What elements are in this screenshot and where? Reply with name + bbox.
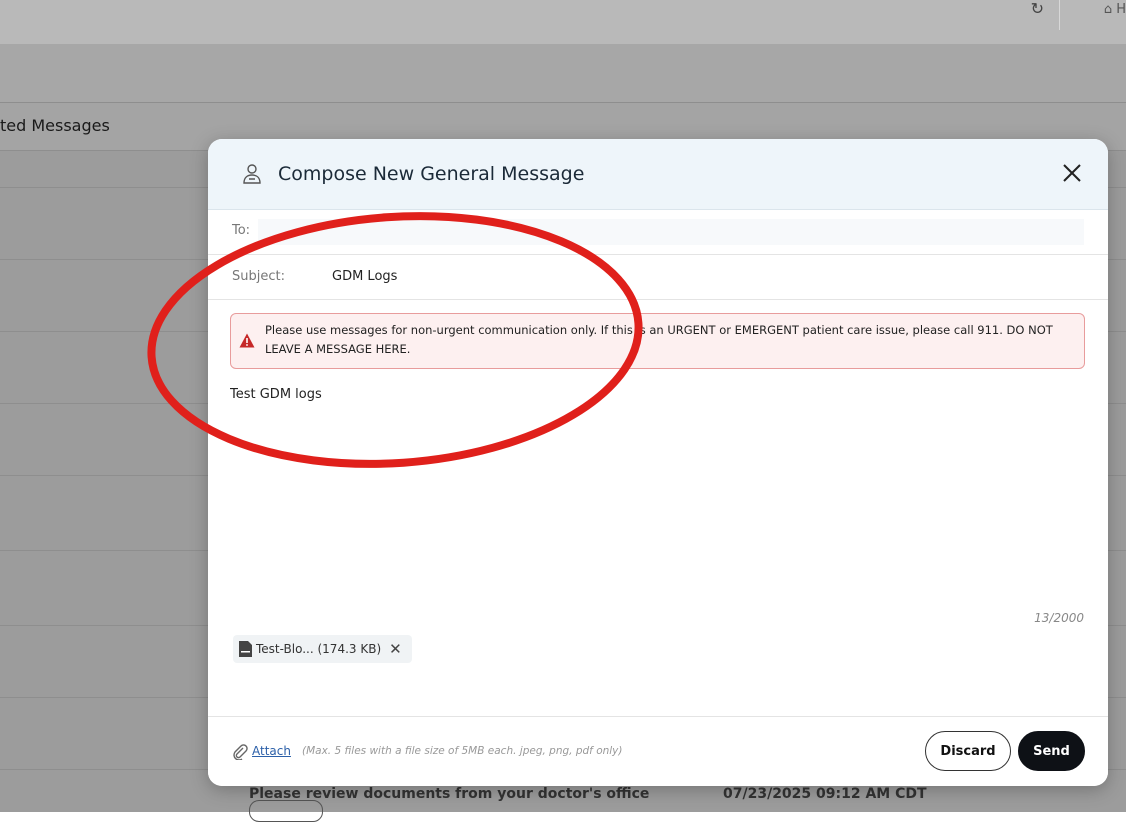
close-icon[interactable] xyxy=(1060,161,1084,185)
to-input[interactable] xyxy=(258,219,1084,245)
home-icon[interactable]: ⌂ H xyxy=(1104,0,1126,20)
attach-link[interactable]: Attach xyxy=(252,744,291,758)
header-divider xyxy=(1059,0,1060,30)
urgent-warning-banner: Please use messages for non-urgent commu… xyxy=(230,313,1085,369)
attachment-name: Test-Blo... (174.3 KB) xyxy=(256,642,382,656)
send-button[interactable]: Send xyxy=(1018,731,1085,771)
section-title: ted Messages xyxy=(0,116,110,135)
person-icon xyxy=(243,164,261,184)
attach-hint: (Max. 5 files with a file size of 5MB ea… xyxy=(302,745,623,757)
modal-title: Compose New General Message xyxy=(278,163,585,185)
warning-icon xyxy=(239,333,255,348)
subject-row: Subject: GDM Logs xyxy=(208,255,1108,300)
attachment-chip: Test-Blo... (174.3 KB) ✕ xyxy=(233,635,412,663)
remove-icon[interactable]: ✕ xyxy=(389,641,402,657)
history-icon[interactable]: ↻ xyxy=(1031,0,1044,18)
app-subheader xyxy=(0,44,1126,102)
message-body-input[interactable]: Test GDM logs xyxy=(230,387,1086,597)
to-row: To: xyxy=(208,210,1108,255)
file-icon xyxy=(239,641,252,657)
discard-button[interactable]: Discard xyxy=(925,731,1011,771)
modal-footer: Attach (Max. 5 files with a file size of… xyxy=(208,716,1108,786)
modal-header: Compose New General Message xyxy=(208,139,1108,210)
to-label: To: xyxy=(232,223,251,238)
subject-input[interactable]: GDM Logs xyxy=(332,269,397,284)
compose-message-modal: Compose New General Message To: Subject:… xyxy=(208,139,1108,786)
paperclip-icon[interactable] xyxy=(232,744,248,760)
app-top-bar: ↻ ⌂ H xyxy=(0,0,1126,44)
subject-label: Subject: xyxy=(232,269,285,284)
character-counter: 13/2000 xyxy=(1034,611,1084,625)
background-message-date: 07/23/2025 09:12 AM CDT xyxy=(723,786,927,802)
background-message-button[interactable] xyxy=(249,800,323,822)
warning-text: Please use messages for non-urgent commu… xyxy=(265,323,1053,356)
home-label: H xyxy=(1116,2,1126,17)
